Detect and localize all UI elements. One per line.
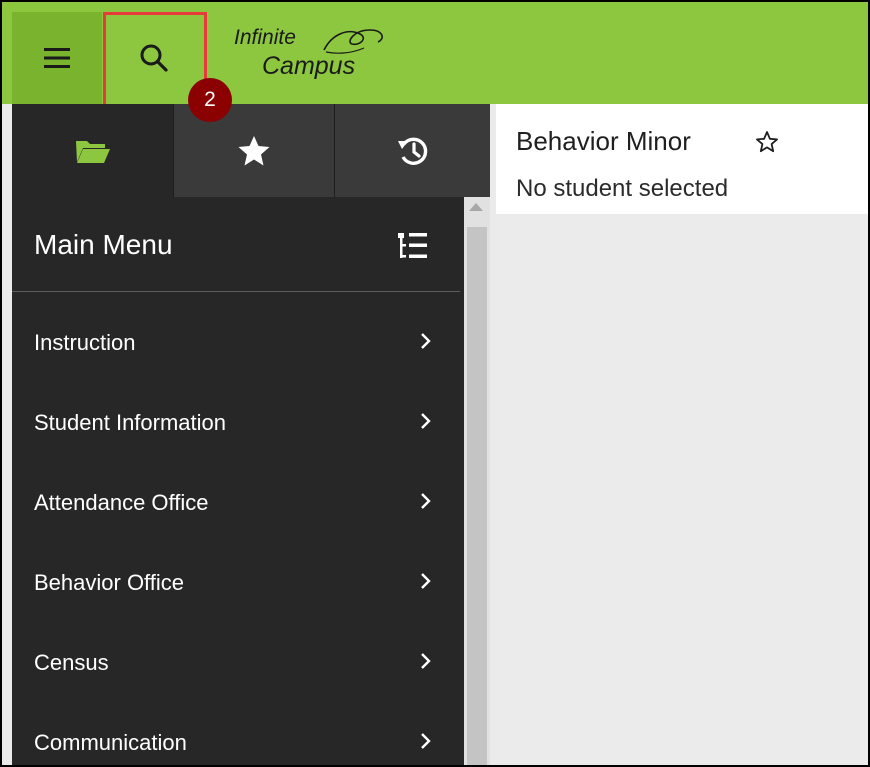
app-window: Infinite Campus 2 Main Menu Instruction … bbox=[0, 0, 870, 767]
tree-view-icon[interactable] bbox=[396, 231, 430, 261]
content-header: Behavior Minor No student selected bbox=[496, 104, 868, 214]
top-bar: Infinite Campus bbox=[2, 2, 868, 109]
scroll-up-arrow-icon[interactable] bbox=[469, 203, 483, 211]
sidebar-item-label: Communication bbox=[34, 730, 187, 755]
sidebar-item-student-information[interactable]: Student Information bbox=[12, 382, 460, 462]
sidebar-item-behavior-office[interactable]: Behavior Office bbox=[12, 542, 460, 622]
tab-recent[interactable] bbox=[334, 104, 490, 197]
chevron-right-icon bbox=[421, 493, 431, 509]
folder-icon bbox=[75, 140, 110, 163]
page-title: Behavior Minor bbox=[516, 126, 691, 156]
tab-main-menu[interactable] bbox=[12, 104, 173, 197]
main-menu-title: Main Menu bbox=[34, 229, 173, 260]
scrollbar-thumb[interactable] bbox=[467, 227, 487, 765]
logo-text-infinite: Infinite bbox=[234, 26, 296, 49]
chevron-right-icon bbox=[421, 733, 431, 749]
chevron-right-icon bbox=[421, 653, 431, 669]
sidebar-item-label: Behavior Office bbox=[34, 570, 185, 595]
main-menu-header: Main Menu bbox=[12, 197, 460, 292]
sidebar-item-attendance-office[interactable]: Attendance Office bbox=[12, 462, 460, 542]
sidebar-item-communication[interactable]: Communication bbox=[12, 702, 460, 765]
sidebar-item-census[interactable]: Census bbox=[12, 622, 460, 702]
sidebar-scrollbar[interactable] bbox=[464, 197, 490, 765]
infinite-campus-logo[interactable]: Infinite Campus bbox=[234, 22, 404, 88]
star-icon bbox=[238, 135, 270, 165]
sidebar-item-label: Census bbox=[34, 650, 109, 675]
step-number-badge: 2 bbox=[188, 78, 232, 122]
hamburger-menu-button[interactable] bbox=[12, 12, 102, 104]
chevron-right-icon bbox=[421, 573, 431, 589]
sidebar-item-label: Instruction bbox=[34, 330, 136, 355]
sidebar-item-label: Attendance Office bbox=[34, 490, 209, 515]
history-icon bbox=[397, 137, 427, 165]
logo-swirl-icon bbox=[323, 29, 383, 54]
chevron-right-icon bbox=[421, 333, 431, 349]
sidebar-item-instruction[interactable]: Instruction bbox=[12, 302, 460, 382]
sidebar-tabs bbox=[12, 104, 490, 197]
chevron-right-icon bbox=[421, 413, 431, 429]
student-context-text: No student selected bbox=[516, 175, 729, 202]
sidebar: Main Menu Instruction Student Informatio… bbox=[12, 104, 490, 765]
favorite-star-icon[interactable] bbox=[755, 130, 779, 154]
hamburger-icon bbox=[44, 48, 70, 68]
sidebar-item-label: Student Information bbox=[34, 410, 227, 435]
